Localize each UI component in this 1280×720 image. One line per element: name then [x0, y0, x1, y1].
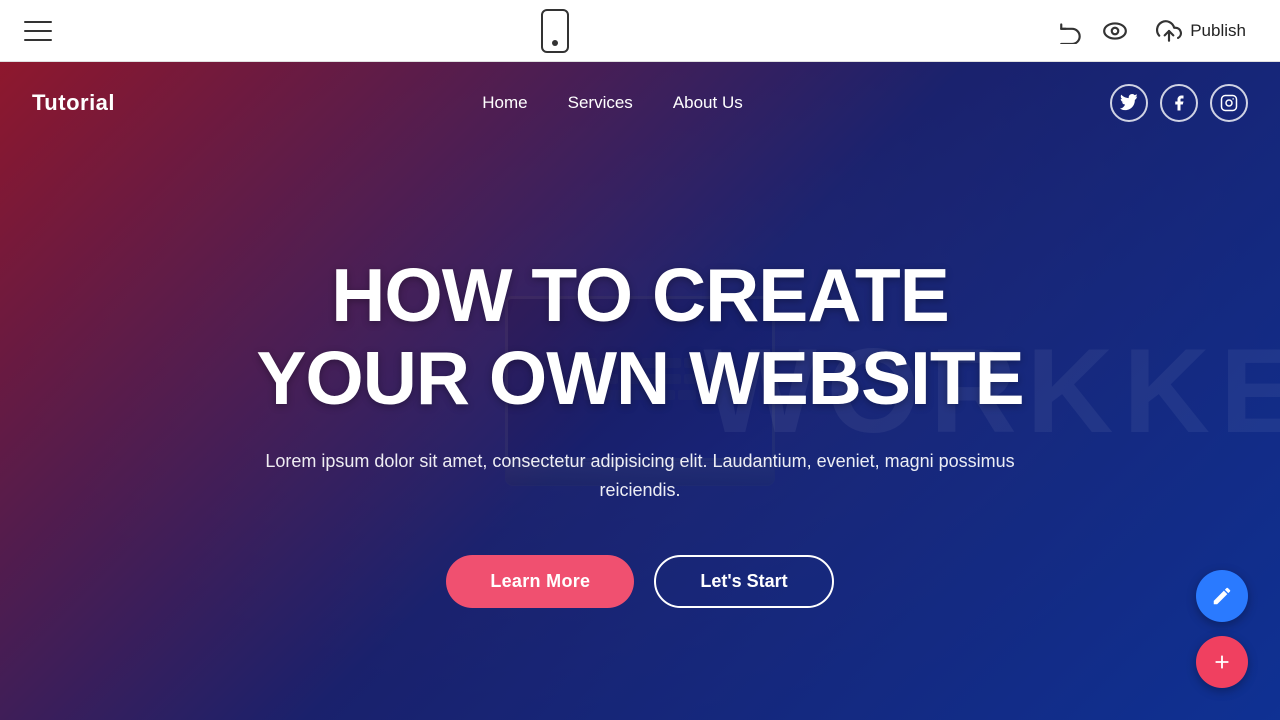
hamburger-icon[interactable] — [24, 21, 52, 41]
learn-more-button[interactable]: Learn More — [446, 555, 634, 608]
preview-area: WORKKE Tutorial Home Services About Us — [0, 62, 1280, 720]
preview-icon[interactable] — [1102, 18, 1128, 44]
instagram-icon[interactable] — [1210, 84, 1248, 122]
hero-content: HOW TO CREATE YOUR OWN WEBSITE Lorem ips… — [0, 62, 1280, 720]
hero-title-line2: YOUR OWN WEBSITE — [256, 336, 1023, 420]
toolbar-left — [24, 21, 52, 41]
edit-fab-button[interactable] — [1196, 570, 1248, 622]
nav-services[interactable]: Services — [568, 93, 633, 113]
nav-home[interactable]: Home — [482, 93, 527, 113]
nav-about[interactable]: About Us — [673, 93, 743, 113]
hero-title: HOW TO CREATE YOUR OWN WEBSITE — [256, 254, 1023, 419]
toolbar: Publish — [0, 0, 1280, 62]
fab-area — [1196, 570, 1248, 688]
site-social-links — [1110, 84, 1248, 122]
add-fab-button[interactable] — [1196, 636, 1248, 688]
site-nav: Tutorial Home Services About Us — [0, 62, 1280, 144]
publish-button[interactable]: Publish — [1146, 12, 1256, 50]
publish-label: Publish — [1190, 21, 1246, 41]
phone-icon[interactable] — [541, 9, 569, 53]
hero-buttons: Learn More Let's Start — [446, 555, 833, 608]
undo-icon[interactable] — [1058, 18, 1084, 44]
site-logo: Tutorial — [32, 90, 115, 116]
twitter-icon[interactable] — [1110, 84, 1148, 122]
hero-subtitle: Lorem ipsum dolor sit amet, consectetur … — [250, 447, 1030, 505]
hero-title-line1: HOW TO CREATE — [331, 253, 949, 337]
lets-start-button[interactable]: Let's Start — [654, 555, 833, 608]
site-nav-links: Home Services About Us — [482, 93, 742, 113]
facebook-icon[interactable] — [1160, 84, 1198, 122]
hero-section: WORKKE Tutorial Home Services About Us — [0, 62, 1280, 720]
toolbar-right: Publish — [1058, 12, 1256, 50]
toolbar-center — [541, 9, 569, 53]
